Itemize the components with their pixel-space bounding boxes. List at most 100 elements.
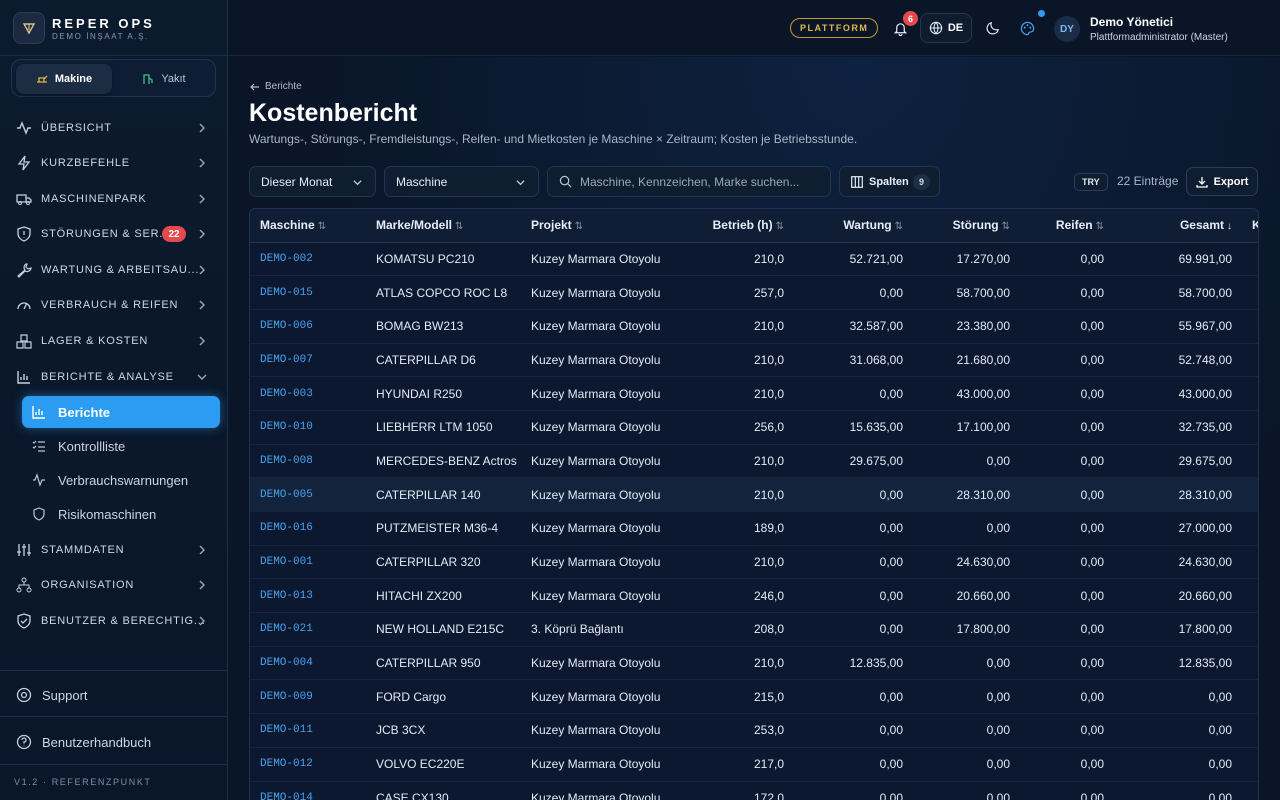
- columns-button[interactable]: Spalten 9: [839, 166, 940, 197]
- palette-button[interactable]: [1018, 19, 1036, 37]
- machine-id-link[interactable]: DEMO-015: [250, 275, 366, 310]
- tab-makine[interactable]: Makine: [16, 64, 112, 94]
- table-row[interactable]: DEMO-004 CATERPILLAR 950 Kuzey Marmara Oto…: [250, 646, 1258, 681]
- avatar[interactable]: DY: [1054, 16, 1080, 42]
- machine-id-link[interactable]: DEMO-013: [250, 578, 366, 614]
- tab-yakit[interactable]: Yakıt: [116, 64, 212, 94]
- chevron-right-icon: [199, 300, 205, 310]
- column-header[interactable]: Marke/Modell ⇅: [366, 209, 521, 243]
- export-label: Export: [1213, 175, 1249, 188]
- table-row[interactable]: DEMO-006 BOMAG BW213 Kuzey Marmara Otoyolu…: [250, 309, 1258, 344]
- table-row[interactable]: DEMO-016 PUTZMEISTER M36-4 Kuzey Marmara O…: [250, 511, 1258, 546]
- sidebar-item-checklist[interactable]: Kontrollliste: [22, 430, 220, 462]
- table-row[interactable]: DEMO-002 KOMATSU PC210 Kuzey Marmara Otoyo…: [250, 242, 1258, 277]
- table-row[interactable]: DEMO-012 VOLVO EC220E Kuzey Marmara Otoyol…: [250, 747, 1258, 782]
- column-header[interactable]: Reifen ⇅: [1020, 209, 1114, 243]
- table-cell: 210,0: [678, 343, 794, 378]
- language-switcher[interactable]: DE: [920, 13, 972, 43]
- sidebar-item-risk[interactable]: Risikomaschinen: [22, 498, 220, 530]
- topbar: PLATTFORM 6 DE DY Demo Yönetici Plattfor…: [228, 0, 1280, 56]
- manual-link[interactable]: Benutzerhandbuch: [10, 727, 218, 757]
- table-row[interactable]: DEMO-010 LIEBHERR LTM 1050 Kuzey Marmara O…: [250, 410, 1258, 445]
- nav-reports[interactable]: BERICHTE & ANALYSE: [10, 363, 218, 391]
- nav-overview[interactable]: ÜBERSICHT: [10, 114, 218, 142]
- nav-shortcuts[interactable]: KURZBEFEHLE: [10, 149, 218, 177]
- currency-badge[interactable]: TRY: [1074, 173, 1108, 191]
- machine-id-link[interactable]: DEMO-016: [250, 511, 366, 546]
- table-row[interactable]: DEMO-013 HITACHI ZX200 Kuzey Marmara Otoyo…: [250, 578, 1258, 614]
- help-circle-icon: [16, 734, 32, 750]
- machine-id-link[interactable]: DEMO-011: [250, 713, 366, 748]
- nav-stock[interactable]: LAGER & KOSTEN: [10, 327, 218, 355]
- table-cell: 0,00: [1114, 713, 1242, 748]
- table-row[interactable]: DEMO-011 JCB 3CX Kuzey Marmara Otoyolu 253,…: [250, 713, 1258, 748]
- main-content: Berichte Kostenbericht Wartungs-, Störun…: [228, 57, 1280, 800]
- column-header[interactable]: Betrieb (h) ⇅: [678, 209, 794, 243]
- table-row[interactable]: DEMO-015 ATLAS COPCO ROC L8 Kuzey Marmara …: [250, 275, 1258, 310]
- sliders-icon: [17, 544, 31, 556]
- machine-id-link[interactable]: DEMO-010: [250, 410, 366, 445]
- table-cell: [1242, 444, 1258, 479]
- column-header[interactable]: Maschine ⇅: [250, 209, 366, 243]
- platform-pill[interactable]: PLATTFORM: [790, 18, 879, 38]
- machine-id-link[interactable]: DEMO-003: [250, 376, 366, 411]
- machine-id-link[interactable]: DEMO-001: [250, 545, 366, 580]
- sidebar-item-berichte-label: Berichte: [58, 404, 111, 420]
- table-cell: 28.310,00: [913, 477, 1020, 512]
- table-cell: 3. Köprü Bağlantı: [521, 612, 678, 647]
- breadcrumb-back[interactable]: Berichte: [250, 81, 302, 92]
- table-cell: Kuzey Marmara Otoyolu: [521, 444, 678, 479]
- group-by-select[interactable]: Maschine: [384, 166, 539, 197]
- nav-users[interactable]: BENUTZER & BERECHTIG...: [10, 607, 218, 635]
- machine-id-link[interactable]: DEMO-007: [250, 343, 366, 378]
- column-header[interactable]: Projekt ⇅: [521, 209, 678, 243]
- table-cell: FORD Cargo: [366, 679, 521, 715]
- table-row[interactable]: DEMO-007 CATERPILLAR D6 Kuzey Marmara Otoy…: [250, 343, 1258, 378]
- column-header[interactable]: Wartung ⇅: [794, 209, 913, 243]
- table-cell: 0,00: [913, 511, 1020, 546]
- machine-id-link[interactable]: DEMO-021: [250, 612, 366, 647]
- table-row[interactable]: DEMO-005 CATERPILLAR 140 Kuzey Marmara Oto…: [250, 477, 1258, 512]
- support-link[interactable]: Support: [10, 680, 218, 710]
- nav-faults[interactable]: STÖRUNGEN & SER... 22: [10, 220, 218, 248]
- nav-fleet[interactable]: MASCHINENPARK: [10, 185, 218, 213]
- column-header-label: Betrieb (h): [712, 218, 773, 233]
- table-row[interactable]: DEMO-021 NEW HOLLAND E215C 3. Köprü Bağlan…: [250, 612, 1258, 647]
- table-cell: 215,0: [678, 679, 794, 715]
- machine-id-link[interactable]: DEMO-014: [250, 781, 366, 800]
- column-header[interactable]: Störung ⇅: [913, 209, 1020, 243]
- table-cell: CATERPILLAR 950: [366, 646, 521, 681]
- period-select[interactable]: Dieser Monat: [249, 166, 376, 197]
- machine-id-link[interactable]: DEMO-012: [250, 747, 366, 782]
- table-cell: 55.967,00: [1114, 309, 1242, 344]
- nav-master-data[interactable]: STAMMDATEN: [10, 536, 218, 564]
- language-label: DE: [947, 22, 964, 34]
- nav-consumption[interactable]: VERBRAUCH & REIFEN: [10, 291, 218, 319]
- table-cell: 69.991,00: [1114, 242, 1242, 277]
- table-row[interactable]: DEMO-014 CASE CX130 Kuzey Marmara Otoyolu 1…: [250, 781, 1258, 800]
- sidebar-item-warnings[interactable]: Verbrauchswarnungen: [22, 464, 220, 496]
- nav-organization[interactable]: ORGANISATION: [10, 571, 218, 599]
- sidebar-item-berichte[interactable]: Berichte: [22, 396, 220, 428]
- theme-toggle[interactable]: [984, 19, 1002, 37]
- table-cell: [1242, 477, 1258, 512]
- machine-id-link[interactable]: DEMO-002: [250, 242, 366, 277]
- machine-id-link[interactable]: DEMO-008: [250, 444, 366, 479]
- table-cell: Kuzey Marmara Otoyolu: [521, 713, 678, 748]
- group-by-value: Maschine: [396, 174, 448, 189]
- search-input[interactable]: [580, 167, 826, 196]
- column-header-label: Projekt: [531, 218, 572, 233]
- table-row[interactable]: DEMO-003 HYUNDAI R250 Kuzey Marmara Otoyol…: [250, 376, 1258, 411]
- machine-id-link[interactable]: DEMO-004: [250, 646, 366, 681]
- machine-id-link[interactable]: DEMO-006: [250, 309, 366, 344]
- table-row[interactable]: DEMO-001 CATERPILLAR 320 Kuzey Marmara Oto…: [250, 545, 1258, 580]
- nav-maintenance[interactable]: WARTUNG & ARBEITSAU...: [10, 256, 218, 284]
- machine-id-link[interactable]: DEMO-005: [250, 477, 366, 512]
- machine-id-link[interactable]: DEMO-009: [250, 679, 366, 715]
- column-header[interactable]: Gesamt ↓: [1114, 209, 1242, 243]
- table-row[interactable]: DEMO-009 FORD Cargo Kuzey Marmara Otoyolu 2…: [250, 679, 1258, 715]
- table-row[interactable]: DEMO-008 MERCEDES-BENZ Actros Kuzey Marmar…: [250, 444, 1258, 479]
- column-header[interactable]: Koste: [1242, 209, 1258, 243]
- table-cell: 32.735,00: [1114, 410, 1242, 445]
- export-button[interactable]: Export: [1186, 167, 1258, 196]
